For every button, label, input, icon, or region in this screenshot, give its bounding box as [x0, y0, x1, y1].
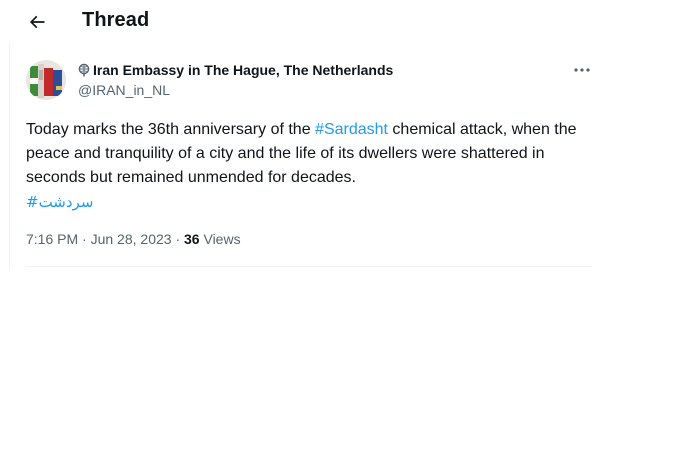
tweet-author: Iran Embassy in The Hague, The Netherlan…: [78, 61, 393, 98]
tweet-meta: 7:16 PM · Jun 28, 2023 · 36 Views: [26, 231, 241, 247]
hashtag-link[interactable]: #سردشت: [26, 190, 596, 214]
page-title: Thread: [82, 9, 150, 31]
meta-separator: ·: [175, 231, 181, 247]
arrow-left-icon: [29, 15, 45, 29]
divider: [26, 266, 592, 267]
author-handle[interactable]: @IRAN_in_NL: [78, 82, 393, 98]
tweet-date[interactable]: Jun 28, 2023: [91, 231, 172, 247]
author-display-name[interactable]: Iran Embassy in The Hague, The Netherlan…: [93, 62, 393, 78]
back-button[interactable]: [21, 6, 53, 38]
thread-column: Thread Iran Embassy in The Hague, The Ne…: [0, 0, 608, 474]
tweet-text-segment: Today marks the 36th anniversary of the: [26, 121, 316, 138]
more-horizontal-icon: [574, 68, 590, 72]
government-label-icon: [78, 63, 90, 77]
views-label: Views: [203, 231, 241, 247]
thread-header: Thread: [0, 0, 608, 44]
tweet-time[interactable]: 7:16 PM: [26, 231, 78, 247]
more-options-button[interactable]: [567, 58, 597, 82]
views-count: 36: [184, 231, 200, 247]
avatar[interactable]: [26, 60, 66, 100]
tweet-text: Today marks the 36th anniversary of the …: [26, 118, 596, 214]
meta-separator: ·: [82, 231, 87, 247]
column-border: [9, 42, 10, 268]
embassy-avatar-image: [26, 60, 66, 100]
hashtag-link[interactable]: #Sardasht: [315, 121, 388, 138]
author-name-row: Iran Embassy in The Hague, The Netherlan…: [78, 61, 393, 79]
